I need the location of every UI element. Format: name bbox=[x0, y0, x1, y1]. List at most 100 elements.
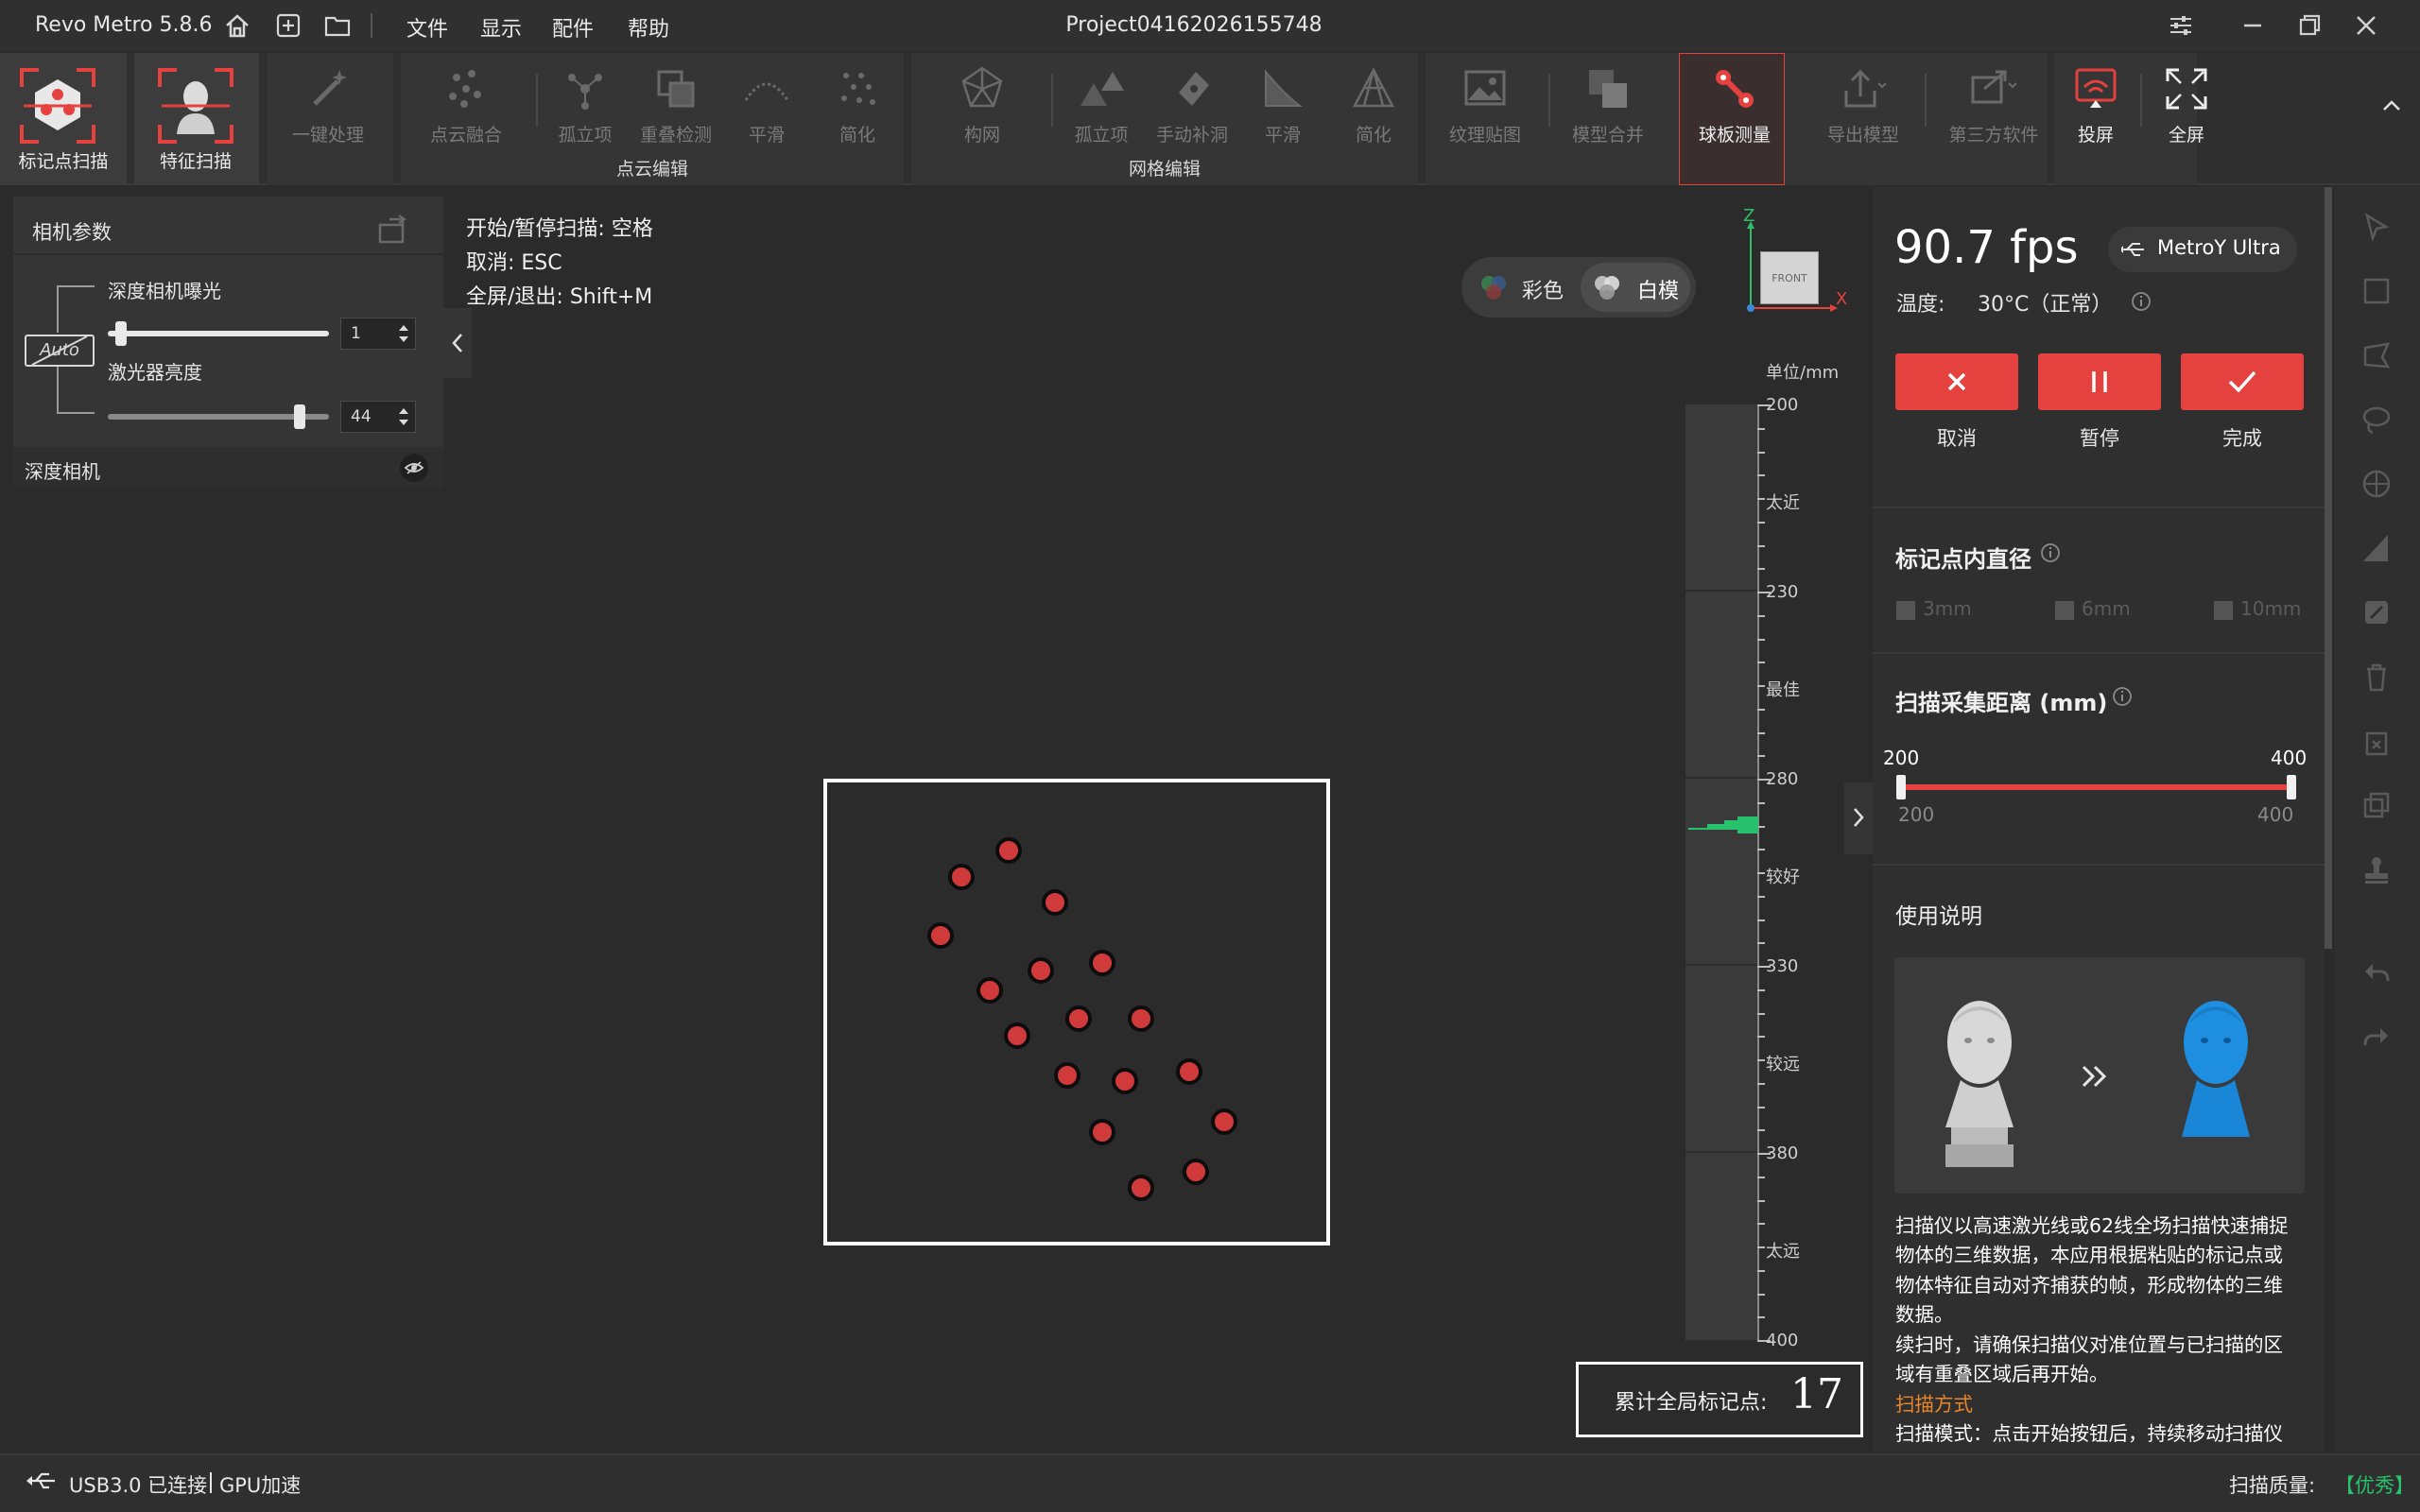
camera-params-panel: 相机参数 Auto 深度相机曝光 1 激光器亮度 44 深度相机 bbox=[13, 197, 443, 488]
temperature-label: 温度: bbox=[1896, 293, 1945, 317]
mesh-smooth-button[interactable]: 平滑 bbox=[1240, 62, 1325, 146]
spin-arrows-icon[interactable] bbox=[395, 319, 412, 348]
fps-readout: 90.7 fps bbox=[1894, 221, 2079, 274]
collapse-left-panel-button[interactable] bbox=[443, 308, 472, 378]
axis-gizmo[interactable]: Z X FRONT bbox=[1743, 206, 1858, 323]
color-mode-icon[interactable] bbox=[1477, 270, 1511, 304]
pc-smooth-button[interactable]: 平滑 bbox=[724, 62, 809, 146]
view-cube-front[interactable]: FRONT bbox=[1760, 251, 1819, 304]
minimize-icon[interactable] bbox=[2237, 9, 2269, 42]
blue-scan-bust-icon bbox=[2182, 1001, 2250, 1137]
cancel-scan-button[interactable] bbox=[1895, 353, 2018, 410]
right-panel-scrollbar[interactable] bbox=[2325, 187, 2332, 949]
cast-label: 投屏 bbox=[2077, 125, 2114, 146]
fullscreen-button[interactable]: 全屏 bbox=[2144, 62, 2229, 146]
toggle-right-panel-button[interactable] bbox=[1844, 782, 1873, 854]
third-party-label: 第三方软件 bbox=[1948, 125, 2039, 146]
marker-scan-button[interactable]: 标记点扫描 bbox=[18, 66, 109, 173]
reset-params-icon[interactable] bbox=[374, 210, 412, 248]
info-icon[interactable] bbox=[2131, 291, 2152, 312]
ruler-unit: 单位/mm bbox=[1766, 363, 1840, 383]
mesh-simplify-label: 简化 bbox=[1355, 125, 1392, 146]
device-badge[interactable]: MetroY Ultra bbox=[2108, 227, 2297, 272]
finish-scan-button[interactable] bbox=[2181, 353, 2304, 410]
cursor-select-icon[interactable] bbox=[2360, 210, 2394, 244]
undo-icon[interactable] bbox=[2360, 956, 2394, 990]
image-icon bbox=[1464, 70, 1506, 106]
rect-select-icon[interactable] bbox=[2360, 274, 2394, 308]
delete-icon[interactable] bbox=[2360, 660, 2394, 694]
exposure-slider-thumb[interactable] bbox=[115, 321, 127, 346]
plane-select-icon[interactable] bbox=[2360, 531, 2394, 565]
close-icon[interactable] bbox=[2350, 9, 2382, 42]
marker-point bbox=[1089, 1119, 1115, 1145]
range-min-thumb[interactable] bbox=[1896, 775, 1906, 799]
white-mode-icon[interactable] bbox=[1590, 270, 1624, 304]
copy-layer-icon[interactable] bbox=[2360, 788, 2394, 822]
chevron-right-icon bbox=[1854, 808, 1864, 827]
pc-overlap-button[interactable]: 重叠检测 bbox=[633, 62, 718, 146]
mesh-simplify-icon bbox=[1352, 67, 1395, 108]
pc-fuse-label: 点云融合 bbox=[429, 125, 502, 146]
pc-fuse-button[interactable]: 点云融合 bbox=[424, 62, 509, 146]
collapse-ribbon-icon[interactable] bbox=[2378, 93, 2405, 119]
color-mode-label[interactable]: 彩色 bbox=[1522, 274, 1564, 304]
info-icon[interactable] bbox=[2112, 686, 2133, 707]
ruler-tick-380: 380 bbox=[1766, 1143, 1799, 1163]
device-name: MetroY Ultra bbox=[2157, 236, 2281, 259]
ruler-minor-tick bbox=[1757, 451, 1765, 454]
double-chevron-right-icon bbox=[2082, 1065, 2107, 1088]
pause-scan-button[interactable] bbox=[2038, 353, 2161, 410]
axis-x-label: X bbox=[1836, 289, 1848, 309]
ball-measure-label: 球板测量 bbox=[1698, 125, 1771, 146]
third-party-button[interactable]: 第三方软件 bbox=[1942, 62, 2046, 146]
laser-slider-thumb[interactable] bbox=[294, 404, 306, 429]
clear-selection-icon[interactable] bbox=[2360, 724, 2394, 758]
mesh-fill-button[interactable]: 手动补洞 bbox=[1150, 62, 1235, 146]
settings-sliders-icon[interactable] bbox=[2165, 9, 2197, 42]
range-max-scale: 400 bbox=[2257, 803, 2294, 826]
range-min-scale: 200 bbox=[1898, 803, 1935, 826]
export-button[interactable]: 导出模型 bbox=[1821, 62, 1906, 146]
brush-select-icon[interactable] bbox=[2360, 467, 2394, 501]
polygon-select-icon[interactable] bbox=[2360, 338, 2394, 372]
redo-icon[interactable] bbox=[2360, 1021, 2394, 1055]
ruler-minor-tick bbox=[1757, 1246, 1765, 1248]
ruler-minor-tick bbox=[1757, 1293, 1765, 1296]
white-mode-label[interactable]: 白模 bbox=[1637, 274, 1679, 304]
mesh-build-button[interactable]: 构网 bbox=[940, 62, 1025, 146]
marker-point bbox=[1112, 1068, 1138, 1094]
feature-scan-button[interactable]: 特征扫描 bbox=[153, 66, 238, 173]
merge-button[interactable]: 模型合并 bbox=[1565, 62, 1651, 146]
ruler-minor-tick bbox=[1757, 895, 1765, 898]
mesh-isolated-button[interactable]: 孤立项 bbox=[1059, 62, 1144, 146]
restore-icon[interactable] bbox=[2293, 9, 2325, 42]
diameter-3mm-checkbox[interactable]: 3mm bbox=[1896, 597, 1972, 620]
eye-icon[interactable] bbox=[399, 453, 429, 483]
ball-measure-button[interactable]: 球板测量 bbox=[1692, 62, 1777, 146]
texture-button[interactable]: 纹理贴图 bbox=[1443, 62, 1528, 146]
marker-diameter-title: 标记点内直径 bbox=[1895, 546, 2031, 573]
ruler-minor-tick bbox=[1757, 825, 1765, 828]
diameter-10mm-checkbox[interactable]: 10mm bbox=[2214, 597, 2301, 620]
invert-select-icon[interactable] bbox=[2360, 595, 2394, 629]
lasso-select-icon[interactable] bbox=[2360, 403, 2394, 437]
axis-z-label: Z bbox=[1743, 206, 1755, 226]
cast-button[interactable]: 投屏 bbox=[2053, 62, 2138, 146]
export-label: 导出模型 bbox=[1826, 125, 1899, 146]
depth-camera-row[interactable]: 深度相机 bbox=[13, 447, 443, 488]
mesh-simplify-button[interactable]: 简化 bbox=[1331, 62, 1416, 146]
distance-range-track[interactable] bbox=[1901, 784, 2292, 790]
pc-simplify-button[interactable]: 简化 bbox=[815, 62, 900, 146]
spin-arrows-icon[interactable] bbox=[395, 403, 412, 431]
one-click-button[interactable]: 一键处理 bbox=[285, 62, 371, 146]
range-max-thumb[interactable] bbox=[2287, 775, 2296, 799]
pc-isolated-button[interactable]: 孤立项 bbox=[543, 62, 628, 146]
exposure-value: 1 bbox=[351, 324, 361, 343]
simplify-icon bbox=[841, 73, 875, 105]
exposure-slider-track[interactable] bbox=[108, 331, 329, 336]
diameter-6mm-checkbox[interactable]: 6mm bbox=[2055, 597, 2131, 620]
overlap-detect-icon bbox=[657, 70, 695, 108]
stamp-icon[interactable] bbox=[2360, 852, 2394, 886]
info-icon[interactable] bbox=[2040, 542, 2061, 563]
